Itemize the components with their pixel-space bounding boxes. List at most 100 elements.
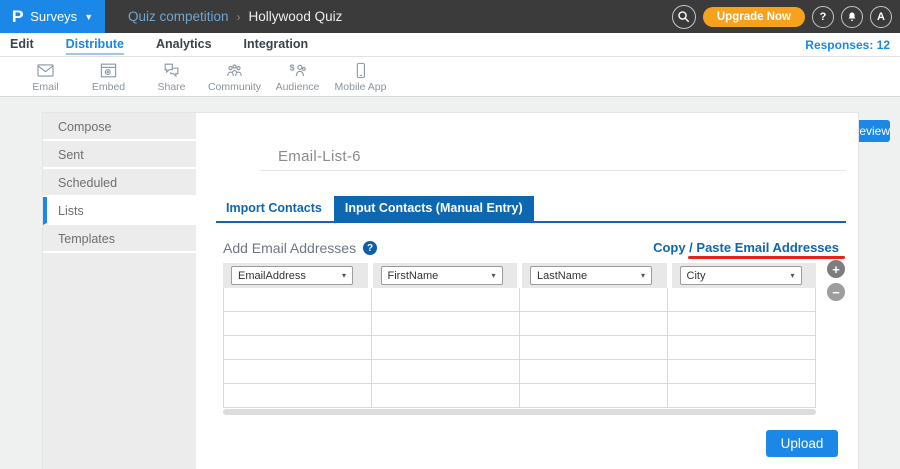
select-caret-icon: ▾ — [342, 271, 346, 280]
contact-cell-input[interactable] — [372, 288, 520, 311]
upload-button[interactable]: Upload — [766, 430, 838, 457]
toolbar-item-label: Share — [157, 81, 185, 93]
select-value: LastName — [537, 270, 587, 282]
sidebar-item-templates[interactable]: Templates — [43, 225, 196, 253]
remove-column-button[interactable]: − — [827, 283, 845, 301]
email-icon — [35, 61, 56, 80]
embed-icon — [98, 61, 119, 80]
section-heading-label: Add Email Addresses — [223, 240, 356, 256]
contact-cell-input[interactable] — [224, 312, 372, 335]
top-bar: P Surveys ▼ Quiz competition › Hollywood… — [0, 0, 900, 33]
contact-cell-input[interactable] — [520, 288, 668, 311]
tab-input-contacts-manual[interactable]: Input Contacts (Manual Entry) — [334, 196, 534, 221]
select-value: FirstName — [388, 270, 439, 282]
nav-tab-edit[interactable]: Edit — [10, 35, 34, 55]
select-caret-icon: ▾ — [491, 271, 495, 280]
contact-cell-input[interactable] — [224, 288, 372, 311]
product-menu-button[interactable]: P Surveys ▼ — [0, 0, 105, 33]
contact-cell-input[interactable] — [520, 312, 668, 335]
breadcrumb-separator-icon: › — [237, 10, 241, 24]
toolbar-item-email[interactable]: Email — [14, 57, 77, 93]
nav-tab-analytics[interactable]: Analytics — [156, 35, 212, 55]
select-caret-icon: ▾ — [641, 271, 645, 280]
contact-cell-input[interactable] — [668, 336, 815, 359]
toolbar-item-label: Audience — [276, 81, 320, 93]
header-cell: LastName ▾ — [522, 263, 667, 288]
questionpro-logo-icon: P — [12, 7, 24, 27]
contact-table-row — [224, 384, 815, 408]
sidebar-item-compose[interactable]: Compose — [43, 113, 196, 141]
upgrade-now-button[interactable]: Upgrade Now — [703, 7, 805, 27]
breadcrumb-survey-name: Hollywood Quiz — [249, 9, 343, 24]
contacts-table-header: EmailAddress ▾ FirstName ▾ LastName ▾ Ci… — [223, 263, 816, 288]
responses-count[interactable]: Responses: 12 — [805, 38, 890, 52]
toolbar-item-label: Embed — [92, 81, 125, 93]
sidebar-item-sent[interactable]: Sent — [43, 141, 196, 169]
nav-tab-integration[interactable]: Integration — [244, 35, 309, 55]
toolbar-item-label: Community — [208, 81, 261, 93]
header-cell: City ▾ — [672, 263, 817, 288]
column-select-city[interactable]: City ▾ — [680, 266, 802, 285]
help-button[interactable]: ? — [812, 6, 834, 28]
toolbar-item-label: Mobile App — [335, 81, 387, 93]
survey-nav-bar: Edit Distribute Analytics Integration Re… — [0, 33, 900, 57]
breadcrumb-folder[interactable]: Quiz competition — [128, 9, 229, 24]
contact-cell-input[interactable] — [372, 360, 520, 383]
contact-cell-input[interactable] — [668, 360, 815, 383]
toolbar-item-audience[interactable]: $ Audience — [266, 57, 329, 93]
contact-table-row — [224, 288, 815, 312]
share-icon — [161, 61, 182, 80]
email-sidebar: Compose Sent Scheduled Lists Templates — [43, 113, 196, 469]
product-menu-label: Surveys — [30, 9, 77, 24]
header-cell: FirstName ▾ — [373, 263, 518, 288]
sidebar-item-scheduled[interactable]: Scheduled — [43, 169, 196, 197]
contact-cell-input[interactable] — [224, 384, 372, 407]
contact-cell-input[interactable] — [520, 336, 668, 359]
email-list-title: Email-List-6 — [278, 148, 361, 165]
search-icon — [677, 10, 690, 23]
help-tooltip-icon[interactable]: ? — [363, 241, 377, 255]
toolbar-item-embed[interactable]: Embed — [77, 57, 140, 93]
red-annotation-underline — [688, 256, 845, 259]
header-cell: EmailAddress ▾ — [223, 263, 368, 288]
column-select-emailaddress[interactable]: EmailAddress ▾ — [231, 266, 353, 285]
notifications-button[interactable] — [841, 6, 863, 28]
toolbar-item-mobile-app[interactable]: Mobile App — [329, 57, 392, 93]
copy-paste-email-addresses-link[interactable]: Copy / Paste Email Addresses — [653, 240, 839, 255]
contact-cell-input[interactable] — [224, 360, 372, 383]
avatar[interactable]: A — [870, 6, 892, 28]
toolbar-item-label: Email — [32, 81, 58, 93]
contact-cell-input[interactable] — [372, 312, 520, 335]
contact-cell-input[interactable] — [224, 336, 372, 359]
horizontal-scrollbar[interactable] — [223, 409, 816, 415]
column-select-lastname[interactable]: LastName ▾ — [530, 266, 652, 285]
nav-tab-distribute[interactable]: Distribute — [66, 35, 124, 55]
audience-icon: $ — [287, 61, 308, 80]
svg-text:$: $ — [290, 63, 295, 73]
contact-cell-input[interactable] — [668, 312, 815, 335]
contact-table-row — [224, 360, 815, 384]
tab-import-contacts[interactable]: Import Contacts — [216, 201, 334, 221]
contact-cell-input[interactable] — [520, 360, 668, 383]
toolbar-item-share[interactable]: Share — [140, 57, 203, 93]
toolbar-item-community[interactable]: Community — [203, 57, 266, 93]
contact-table-row — [224, 312, 815, 336]
contact-cell-input[interactable] — [520, 384, 668, 407]
select-value: EmailAddress — [238, 270, 306, 282]
select-caret-icon: ▾ — [790, 271, 794, 280]
contacts-table: EmailAddress ▾ FirstName ▾ LastName ▾ Ci… — [223, 263, 816, 415]
bell-icon — [846, 11, 858, 23]
contact-cell-input[interactable] — [668, 288, 815, 311]
title-divider — [259, 170, 846, 171]
breadcrumb: Quiz competition › Hollywood Quiz — [128, 9, 342, 24]
email-lists-panel: Compose Sent Scheduled Lists Templates E… — [42, 112, 859, 469]
distribute-toolbar: Email Embed Share Community $ Audience M… — [0, 57, 900, 97]
contact-cell-input[interactable] — [668, 384, 815, 407]
contact-cell-input[interactable] — [372, 384, 520, 407]
search-button[interactable] — [672, 5, 696, 29]
contact-cell-input[interactable] — [372, 336, 520, 359]
sidebar-item-lists[interactable]: Lists — [43, 197, 196, 225]
add-column-button[interactable]: + — [827, 260, 845, 278]
contacts-table-body — [223, 288, 816, 408]
column-select-firstname[interactable]: FirstName ▾ — [381, 266, 503, 285]
